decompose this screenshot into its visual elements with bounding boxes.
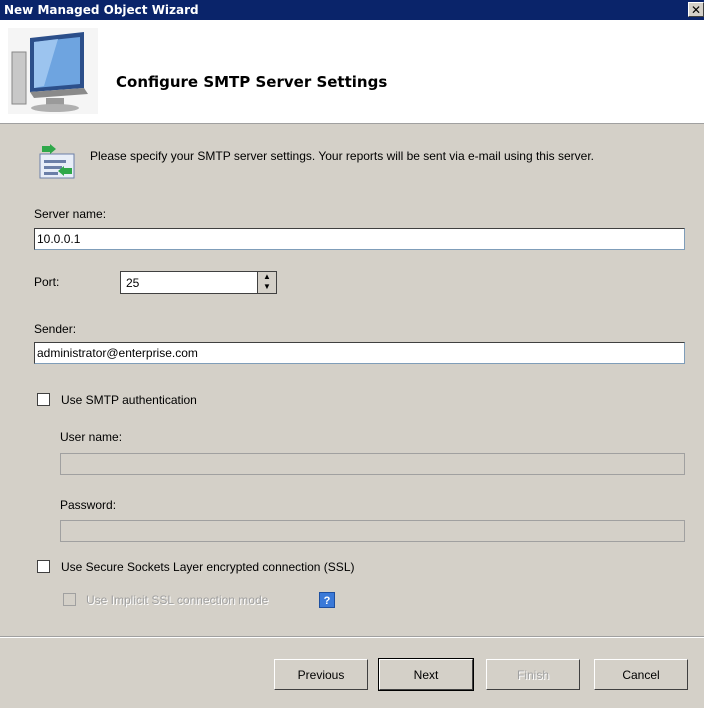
spin-down-icon[interactable]: ▼: [258, 282, 276, 292]
use-smtp-auth-label[interactable]: Use SMTP authentication: [61, 393, 197, 407]
finish-button[interactable]: Finish: [486, 659, 580, 690]
password-input[interactable]: [60, 520, 685, 542]
username-label: User name:: [60, 430, 123, 444]
close-icon[interactable]: ✕: [688, 2, 704, 17]
title-bar: New Managed Object Wizard ✕: [0, 0, 704, 20]
cancel-button[interactable]: Cancel: [594, 659, 688, 690]
window-title: New Managed Object Wizard: [4, 3, 199, 17]
port-label: Port:: [34, 275, 60, 289]
username-input[interactable]: [60, 453, 685, 475]
button-separator: [0, 636, 704, 638]
port-stepper[interactable]: ▲ ▼: [120, 271, 277, 294]
monitor-icon: [8, 28, 98, 114]
sender-input[interactable]: [34, 342, 685, 364]
previous-button[interactable]: Previous: [274, 659, 368, 690]
server-settings-icon: [39, 144, 75, 179]
next-button[interactable]: Next: [378, 658, 474, 691]
port-input[interactable]: [120, 271, 257, 294]
password-label: Password:: [60, 498, 117, 512]
spin-up-icon[interactable]: ▲: [258, 272, 276, 282]
use-smtp-auth-checkbox[interactable]: [37, 393, 50, 406]
spin-buttons[interactable]: ▲ ▼: [257, 271, 277, 294]
server-name-input[interactable]: [34, 228, 685, 250]
wizard-window: New Managed Object Wizard ✕ Configure SM…: [0, 0, 704, 708]
sender-label: Sender:: [34, 322, 77, 336]
wizard-header: Configure SMTP Server Settings: [0, 20, 704, 124]
use-ssl-checkbox[interactable]: [37, 560, 50, 573]
page-title: Configure SMTP Server Settings: [116, 73, 388, 91]
implicit-ssl-label[interactable]: Use Implicit SSL connection mode: [86, 593, 268, 607]
intro-text: Please specify your SMTP server settings…: [90, 149, 594, 163]
help-icon[interactable]: ?: [319, 592, 335, 608]
implicit-ssl-checkbox[interactable]: [63, 593, 76, 606]
server-name-label: Server name:: [34, 207, 107, 221]
use-ssl-label[interactable]: Use Secure Sockets Layer encrypted conne…: [61, 560, 354, 574]
